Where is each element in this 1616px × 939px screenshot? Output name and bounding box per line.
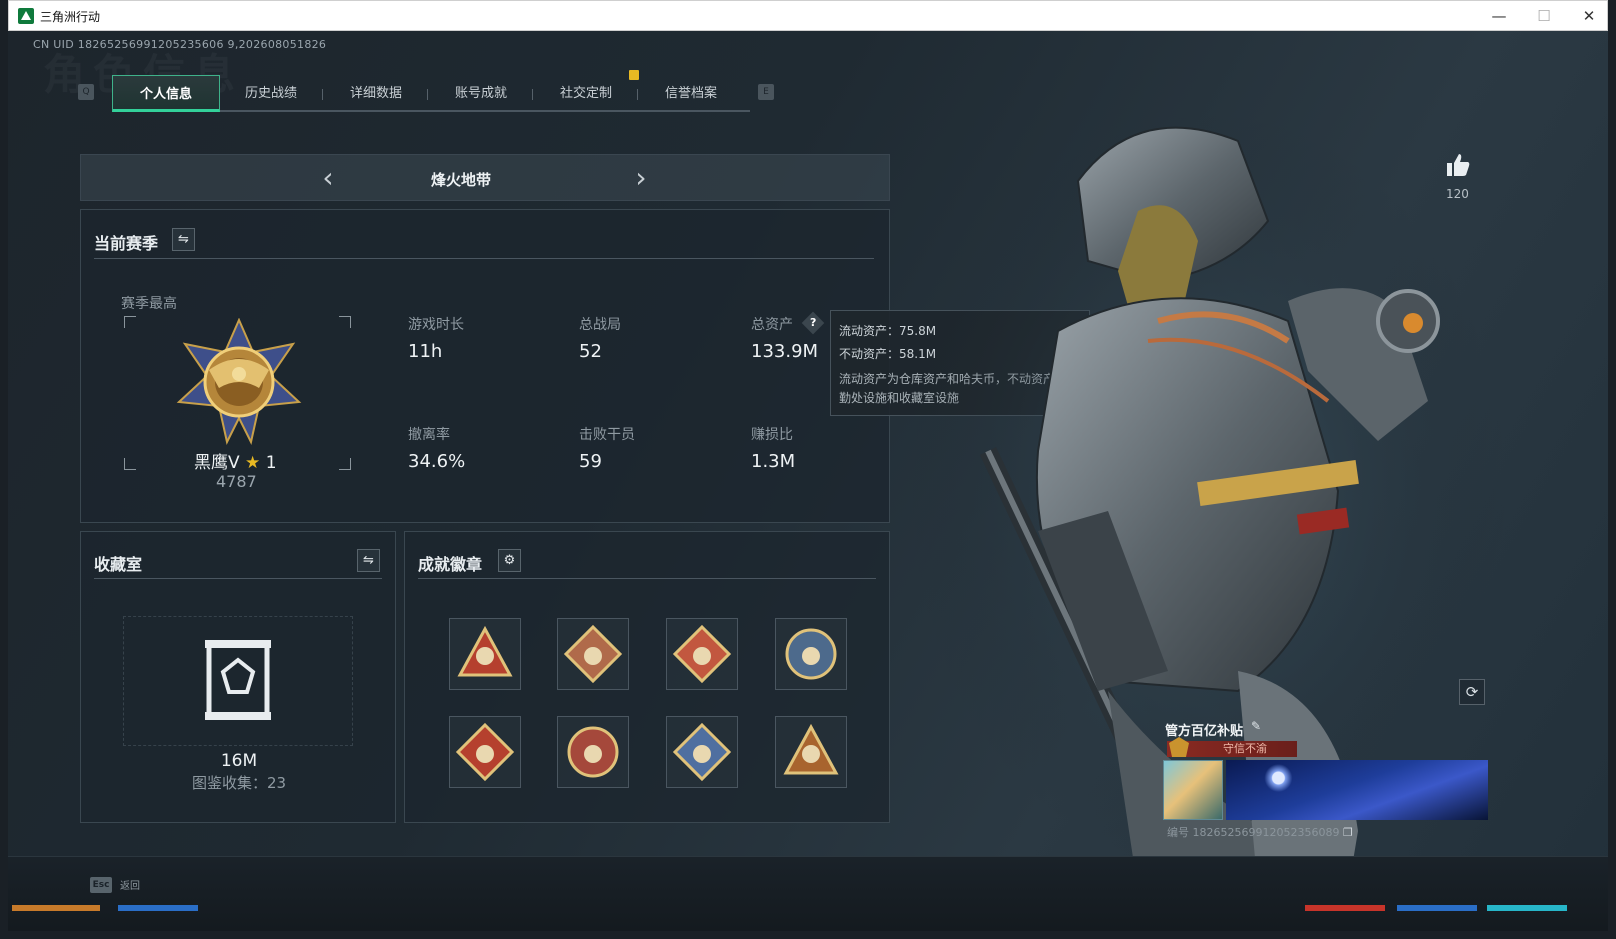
assets-help-button[interactable]: ? — [801, 311, 825, 335]
season-panel: 当前赛季 ⇋ 赛季最高 黑鹰V ★ 1 4787 游戏时长 11h 总战局 52… — [80, 209, 890, 523]
stat-label-profit-loss: 赚损比 — [751, 427, 793, 443]
star-badge-icon — [567, 726, 619, 778]
tab-personal-info[interactable]: 个人信息 — [112, 75, 220, 112]
tab-detailed-data[interactable]: 详细数据 — [322, 75, 430, 112]
stat-label-playtime: 游戏时长 — [408, 317, 464, 333]
tab-prev-key-hint[interactable]: Q — [78, 84, 94, 100]
back-label[interactable]: 返回 — [120, 877, 140, 892]
taskbar-strip — [1487, 905, 1567, 911]
divider — [418, 578, 876, 579]
player-avatar[interactable] — [1163, 760, 1223, 820]
stat-label-total-matches: 总战局 — [579, 317, 621, 333]
stat-value-extract-rate: 34.6% — [408, 451, 466, 472]
profile-tabs: 个人信息 历史战绩 详细数据 账号成就 社交定制 信誉档案 — [112, 75, 750, 112]
frame-corner — [339, 316, 351, 328]
wolf-badge-icon — [563, 624, 623, 684]
stat-value-total-assets: 133.9M — [751, 341, 819, 362]
achievement-badge[interactable] — [775, 716, 847, 788]
stat-value-profit-loss: 1.3M — [751, 451, 796, 472]
rank-star-icon: ★ — [245, 453, 261, 473]
rank-blackhawk-icon — [176, 318, 302, 445]
tab-next-key-hint[interactable]: E — [758, 84, 774, 100]
triangle-badge-icon — [783, 723, 839, 775]
stat-value-kills: 59 — [579, 451, 602, 472]
collection-value: 16M — [220, 751, 258, 771]
player-card-title: 管方百亿补贴 — [1165, 724, 1244, 739]
taskbar-strip — [1305, 905, 1385, 911]
new-notification-dot — [629, 70, 639, 80]
game-viewport: 角色信息 CN UID 18265256991205235606 9,20260… — [8, 31, 1608, 931]
player-emblem-icon — [1169, 737, 1189, 757]
season-title: 当前赛季 — [94, 234, 159, 253]
refresh-icon[interactable]: ⟳ — [1459, 679, 1485, 705]
like-count: 120 — [1446, 187, 1469, 201]
achievement-badge[interactable] — [666, 618, 738, 690]
achievement-badge[interactable] — [449, 716, 521, 788]
tab-credit-record[interactable]: 信誉档案 — [637, 75, 745, 112]
maximize-button[interactable]: ☐ — [1522, 3, 1566, 29]
map-selector: ‹ 烽火地带 › — [80, 154, 890, 201]
tab-match-history[interactable]: 历史战绩 — [217, 75, 325, 112]
collection-panel: 收藏室 ⇋ 16M 图鉴收集：23 — [80, 531, 396, 823]
divider — [94, 258, 874, 259]
window-titlebar: 三角洲行动 — ☐ ✕ — [8, 0, 1608, 31]
edit-pencil-icon[interactable]: ✎ — [1251, 719, 1261, 733]
bottom-bar: Esc 返回 — [8, 856, 1608, 931]
collection-title: 收藏室 — [94, 555, 143, 574]
vault-cabinet-icon — [205, 640, 271, 720]
player-id-text: 编号 182652569912052356089 ❐ — [1167, 824, 1353, 840]
window-title: 三角洲行动 — [40, 10, 101, 24]
map-name: 烽火地带 — [431, 171, 492, 189]
stat-label-total-assets: 总资产 — [751, 317, 793, 333]
wolf-badge-icon — [455, 722, 515, 782]
player-name-card[interactable]: 管方百亿补贴 ✎ 守信不渝 编号 182652569912052356089 ❐ — [1163, 716, 1488, 851]
stat-label-extract-rate: 撤离率 — [408, 427, 450, 443]
achievement-badge[interactable] — [557, 618, 629, 690]
player-id-value: 编号 182652569912052356089 — [1167, 826, 1340, 839]
tab-social-custom[interactable]: 社交定制 — [532, 75, 640, 112]
uid-text: CN UID 18265256991205235606 9,2026080518… — [33, 38, 327, 51]
achievements-title: 成就徽章 — [418, 555, 483, 574]
season-best-label: 赛季最高 — [121, 296, 177, 312]
collection-catalog-count: 图鉴收集：23 — [191, 774, 287, 792]
map-prev-button[interactable]: ‹ — [313, 161, 343, 194]
shield-badge-icon — [785, 628, 837, 680]
wolf-badge-icon — [672, 722, 732, 782]
copy-icon[interactable]: ❐ — [1343, 826, 1353, 839]
achievements-panel: 成就徽章 ⚙ — [404, 531, 890, 823]
app-logo-icon — [18, 8, 34, 24]
like-thumbs-up-icon[interactable] — [1445, 152, 1471, 178]
stat-value-playtime: 11h — [408, 341, 443, 362]
wolf-badge-icon — [672, 624, 732, 684]
achievement-badge[interactable] — [449, 618, 521, 690]
minimize-button[interactable]: — — [1477, 3, 1521, 29]
tab-account-achievements[interactable]: 账号成就 — [427, 75, 535, 112]
frame-corner — [124, 316, 136, 328]
map-next-button[interactable]: › — [626, 161, 656, 194]
stat-value-total-matches: 52 — [579, 341, 602, 362]
divider — [94, 578, 382, 579]
achievement-badge[interactable] — [557, 716, 629, 788]
close-button[interactable]: ✕ — [1567, 3, 1611, 29]
rank-points: 4787 — [216, 472, 257, 491]
collection-switch-button[interactable]: ⇋ — [357, 549, 380, 572]
frame-corner — [339, 458, 351, 470]
achievement-badge[interactable] — [775, 618, 847, 690]
achievements-settings-button[interactable]: ⚙ — [498, 549, 521, 572]
season-switch-button[interactable]: ⇋ — [172, 228, 195, 251]
frame-corner — [124, 458, 136, 470]
rank-name-line: 黑鹰V ★ 1 — [194, 448, 277, 473]
taskbar-strip — [1397, 905, 1477, 911]
stat-label-kills: 击败干员 — [579, 427, 635, 443]
player-card-banner — [1226, 760, 1488, 820]
achievement-badge[interactable] — [666, 716, 738, 788]
rank-name: 黑鹰V — [194, 453, 240, 473]
taskbar-strip — [12, 905, 100, 911]
rank-star-count: 1 — [265, 453, 277, 473]
esc-key-hint[interactable]: Esc — [90, 877, 112, 893]
triangle-eye-badge-icon — [457, 625, 513, 677]
taskbar-strip — [118, 905, 198, 911]
